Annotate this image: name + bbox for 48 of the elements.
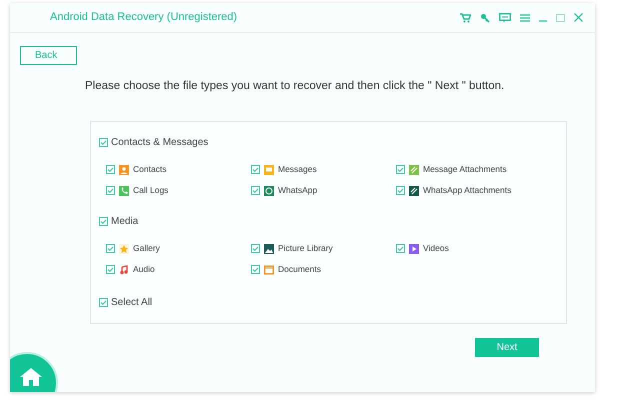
window-title: Android Data Recovery (Unregistered) [50,10,238,26]
close-icon[interactable] [574,13,583,22]
checkbox[interactable] [99,217,108,226]
checkbox[interactable] [99,138,108,148]
message-icon [264,164,274,175]
section-label: Media [111,215,138,230]
play-icon [409,244,419,254]
image-icon [264,244,274,254]
folder-icon [264,264,274,275]
checkbox[interactable] [106,265,115,274]
checkbox[interactable] [106,244,115,254]
file-type-label: Contacts [133,163,167,176]
cart-icon[interactable] [460,12,471,22]
music-note-icon [119,264,129,275]
file-type-label: Message Attachments [423,163,507,176]
next-button[interactable]: Next [475,338,539,358]
star-icon [119,244,129,254]
back-button[interactable]: Back [20,46,77,65]
file-type-label: WhatsApp Attachments [423,184,512,198]
file-type-label: Picture Library [278,242,333,256]
file-type-label: Gallery [133,242,160,256]
contact-icon [119,164,129,175]
section-label: Contacts & Messages [111,136,208,150]
checkbox[interactable] [251,244,260,254]
file-type-label: Call Logs [133,184,168,198]
checkbox[interactable] [106,165,115,174]
key-icon[interactable] [480,12,490,22]
home-icon [20,368,42,386]
instruction-text: Please choose the file types you want to recover and then click the " Next " button. [85,79,506,94]
checkbox[interactable] [99,298,108,308]
checkbox[interactable] [106,186,115,196]
checkbox[interactable] [251,165,260,174]
menu-icon[interactable] [520,14,530,22]
chat-icon[interactable] [499,12,511,22]
file-type-label: Messages [278,163,317,176]
checkbox[interactable] [396,165,405,174]
section-label: Select All [111,296,152,310]
file-type-label: Videos [423,242,449,256]
file-type-label: Audio [133,263,155,276]
file-type-label: Documents [278,263,321,276]
checkbox[interactable] [251,265,260,274]
file-type-label: WhatsApp [278,184,318,198]
checkbox[interactable] [251,186,260,196]
phone-icon [119,186,129,196]
checkbox[interactable] [396,244,405,254]
maximize-icon[interactable] [556,14,565,22]
checkbox[interactable] [396,186,405,196]
chat-bubble-icon [264,186,274,196]
